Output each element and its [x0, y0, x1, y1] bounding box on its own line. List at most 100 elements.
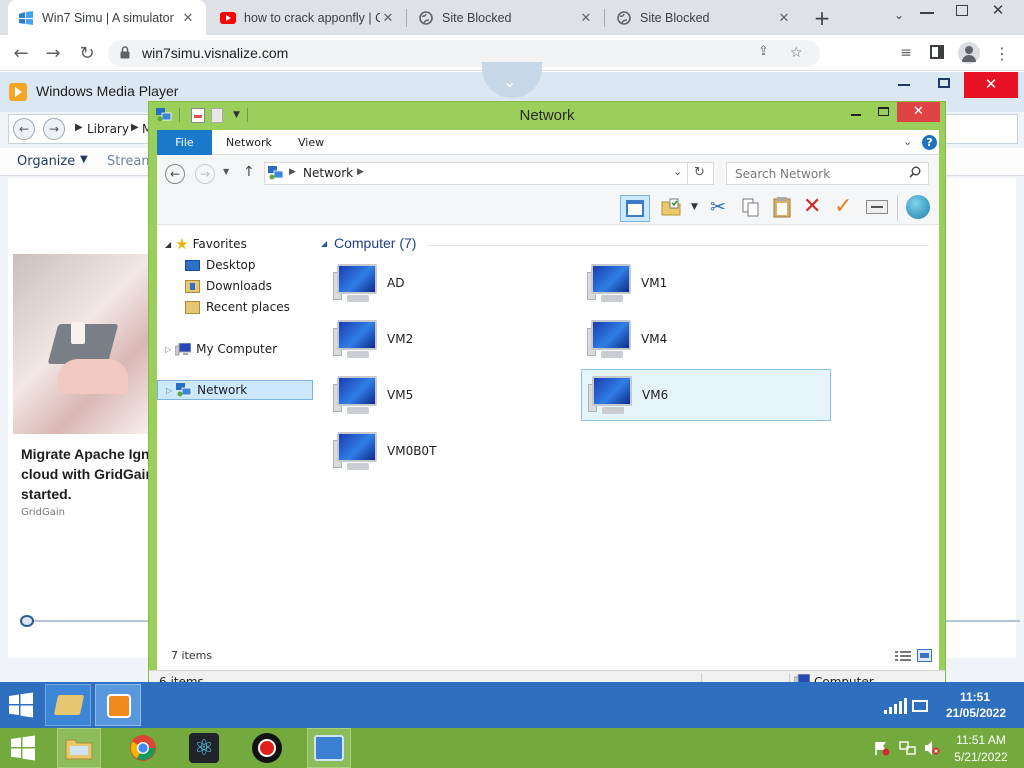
vm-clock-time[interactable]: 11:51 [940, 690, 1010, 704]
share-icon[interactable]: ⇪ [758, 44, 776, 62]
network-status-icon[interactable] [899, 741, 917, 756]
taskbar-record-button[interactable] [245, 728, 289, 768]
ad-card[interactable]: Migrate Apache Igni cloud with GridGain … [13, 434, 148, 532]
nav-my-computer[interactable]: ▷ My Computer [165, 339, 305, 359]
ribbon-expand-icon[interactable]: ⌄ [903, 135, 912, 148]
copy-icon[interactable] [741, 197, 761, 217]
explorer-close-button[interactable]: ✕ [897, 102, 940, 122]
computer-item-ad[interactable]: AD [327, 257, 577, 309]
wmp-maximize-icon[interactable] [938, 78, 950, 88]
action-center-icon[interactable] [874, 741, 890, 756]
windows-start-icon[interactable] [9, 735, 37, 761]
minimize-icon[interactable] [851, 114, 861, 116]
recent-locations-icon[interactable]: ▼ [223, 167, 229, 176]
nav-desktop[interactable]: Desktop [185, 255, 305, 275]
group-collapse-icon[interactable]: ◢ [321, 239, 327, 248]
computer-item-vm0b0t[interactable]: VM0B0T [327, 425, 577, 477]
signal-icon[interactable] [884, 698, 908, 714]
wmp-seek-thumb[interactable] [20, 615, 34, 627]
restore-icon[interactable] [956, 5, 968, 16]
nav-downloads[interactable]: Downloads [185, 276, 305, 296]
windows-start-icon[interactable] [8, 692, 34, 718]
host-clock-date[interactable]: 5/21/2022 [946, 750, 1016, 764]
browser-tab-win7simu[interactable]: Win7 Simu | A simulator ✕ [8, 0, 206, 35]
search-icon[interactable] [909, 166, 921, 178]
scroll-down-tab[interactable]: ⌄ [482, 62, 542, 98]
forward-arrow-icon[interactable]: → [41, 41, 65, 65]
taskbar-chrome-button[interactable] [121, 728, 165, 768]
paste-icon[interactable] [772, 196, 792, 218]
media-control-icon[interactable]: ≡ [894, 41, 918, 65]
maximize-icon[interactable] [878, 107, 889, 116]
reload-icon[interactable]: ↻ [75, 41, 99, 65]
internet-options-icon[interactable] [906, 195, 930, 219]
group-header[interactable]: Computer (7) [334, 235, 416, 251]
back-arrow-icon[interactable]: ← [165, 164, 185, 184]
bookmark-star-icon[interactable]: ☆ [790, 45, 806, 61]
wmp-breadcrumb-library[interactable]: Library [87, 122, 129, 136]
expanded-arrow-icon[interactable]: ◢ [165, 240, 171, 249]
close-window-icon[interactable]: ✕ [988, 1, 1008, 21]
search-input[interactable]: Search Network [726, 162, 929, 185]
close-tab-icon[interactable]: ✕ [380, 10, 396, 26]
browser-tab-site-blocked-2[interactable]: Site Blocked ✕ [606, 0, 802, 35]
taskbar-network-button[interactable] [307, 728, 351, 768]
preview-pane-button[interactable] [620, 195, 650, 222]
vm-clock-date[interactable]: 21/05/2022 [934, 706, 1018, 720]
tab-network[interactable]: Network [226, 130, 272, 155]
computer-item-vm5[interactable]: VM5 [327, 369, 577, 421]
large-icons-view-icon[interactable] [917, 649, 932, 662]
tab-view[interactable]: View [298, 130, 324, 155]
checkmark-icon[interactable]: ✓ [834, 194, 856, 219]
address-box[interactable]: ▶ Network ▶ ⌄ [264, 162, 688, 185]
wmp-organize-button[interactable]: Organize [17, 154, 75, 169]
wmp-back-icon[interactable]: ← [13, 118, 35, 140]
new-tab-button[interactable]: + [810, 6, 834, 30]
taskbar-wmp-button[interactable] [95, 684, 141, 726]
computer-item-vm1[interactable]: VM1 [581, 257, 831, 309]
browser-tab-youtube[interactable]: how to crack apponfly | C ✕ [210, 0, 406, 35]
nav-network[interactable]: ▷ Network [157, 380, 313, 400]
delete-icon[interactable]: ✕ [803, 194, 825, 219]
minimize-icon[interactable] [920, 12, 934, 14]
volume-muted-icon[interactable] [924, 740, 940, 756]
collapsed-arrow-icon[interactable]: ▷ [166, 386, 172, 395]
cut-icon[interactable]: ✂ [710, 196, 730, 218]
chevron-down-icon[interactable]: ▼ [691, 202, 698, 212]
nav-recent-places[interactable]: Recent places [185, 297, 310, 317]
tab-file[interactable]: File [157, 130, 212, 155]
profile-avatar-icon[interactable] [958, 42, 980, 64]
address-path[interactable]: Network [303, 166, 353, 180]
ad-image[interactable] [13, 254, 148, 434]
collapsed-arrow-icon[interactable]: ▷ [165, 345, 171, 354]
speaker-icon[interactable] [912, 700, 928, 712]
refresh-button[interactable]: ↻ [688, 162, 714, 185]
browser-tab-site-blocked-1[interactable]: Site Blocked ✕ [408, 0, 604, 35]
close-tab-icon[interactable]: ✕ [776, 10, 792, 26]
nav-favorites[interactable]: ◢ ★ Favorites [165, 234, 305, 254]
close-tab-icon[interactable]: ✕ [578, 10, 594, 26]
up-arrow-icon[interactable]: ↑ [243, 164, 255, 180]
taskbar-react-app-button[interactable]: ⚛ [182, 728, 226, 768]
host-clock-time[interactable]: 11:51 AM [946, 733, 1016, 747]
explorer-titlebar[interactable]: ▼ Network ✕ [149, 102, 945, 130]
folder-options-icon[interactable] [661, 197, 681, 217]
wmp-stream-button[interactable]: Stream [107, 154, 154, 169]
help-icon[interactable]: ? [922, 135, 937, 150]
computer-item-vm2[interactable]: VM2 [327, 313, 577, 365]
rename-icon[interactable] [866, 200, 888, 214]
menu-dots-icon[interactable]: ⋮ [990, 41, 1014, 65]
close-tab-icon[interactable]: ✕ [180, 10, 196, 26]
forward-arrow-icon[interactable]: → [195, 164, 215, 184]
tab-search-icon[interactable]: ⌄ [888, 8, 910, 28]
computer-item-vm4[interactable]: VM4 [581, 313, 831, 365]
address-bar[interactable]: win7simu.visnalize.com ☆ ⇪ [108, 40, 820, 67]
computer-item-vm6[interactable]: VM6 [581, 369, 831, 421]
wmp-minimize-icon[interactable] [898, 84, 910, 86]
details-view-icon[interactable] [895, 650, 911, 663]
wmp-forward-icon[interactable]: → [43, 118, 65, 140]
taskbar-file-explorer-button[interactable] [57, 728, 101, 768]
address-dropdown-icon[interactable]: ⌄ [673, 165, 682, 178]
side-panel-icon[interactable] [930, 45, 944, 59]
wmp-close-button[interactable]: ✕ [964, 72, 1018, 98]
